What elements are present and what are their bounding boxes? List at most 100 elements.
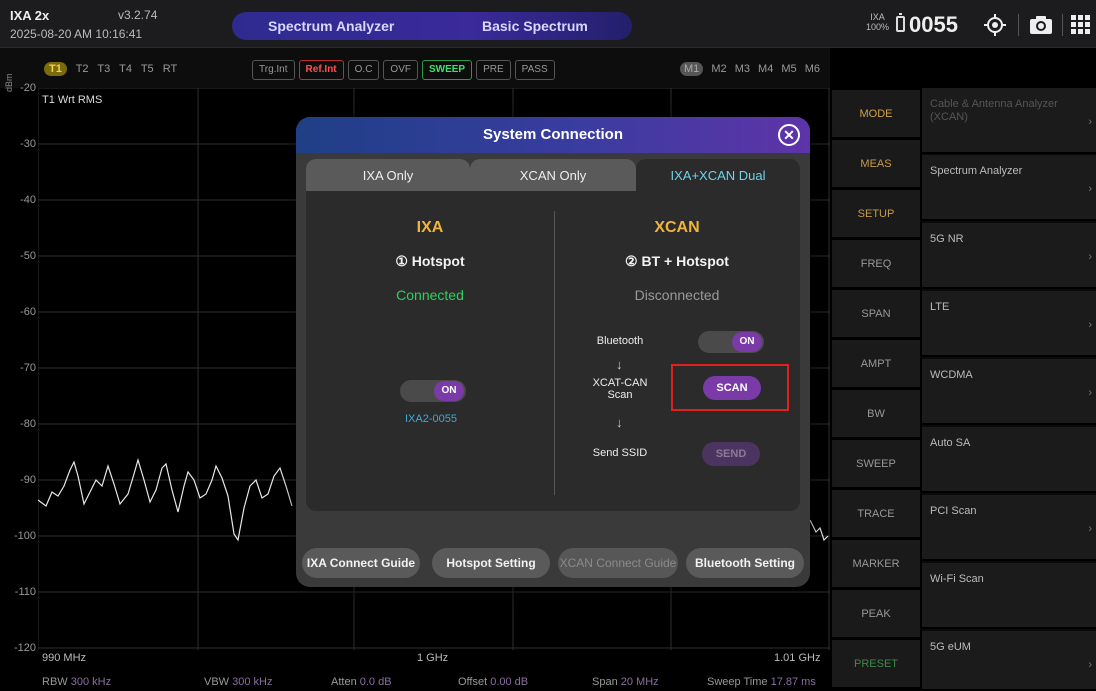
menu-item-label: WCDMA [930, 369, 973, 381]
y-axis-tick: -40 [20, 194, 36, 206]
status-flag: PASS [514, 60, 555, 80]
app-version: v3.2.74 [118, 8, 158, 22]
measurement-footer: RBW 300 kHz VBW 300 kHz Atten 0.0 dB Off… [0, 674, 830, 691]
marker-tab[interactable]: M6 [805, 63, 820, 75]
scan-button[interactable]: SCAN [703, 376, 761, 400]
mode-menu: Cable & Antenna Analyzer (XCAN) › Spectru… [922, 88, 1096, 691]
trace-tab[interactable]: T3 [97, 63, 110, 75]
trace-tab[interactable]: T1 [44, 62, 67, 76]
tab-ixa-xcan-dual[interactable]: IXA+XCAN Dual [636, 159, 800, 191]
camera-icon[interactable] [1026, 10, 1056, 40]
tab-ixa-only[interactable]: IXA Only [306, 159, 470, 191]
sweep-time-readout[interactable]: Sweep Time 17.87 ms [707, 676, 816, 688]
marker-selector: M1 M2 M3 M4 M5 M6 [680, 62, 825, 76]
atten-label: Atten [331, 676, 357, 688]
span-readout[interactable]: Span 20 MHz [592, 676, 659, 688]
trace-tab[interactable]: RT [163, 63, 177, 75]
tab-xcan-only[interactable]: XCAN Only [470, 159, 636, 191]
trace-tab[interactable]: T2 [76, 63, 89, 75]
dialog-header: System Connection ✕ [296, 117, 810, 153]
trace-key[interactable]: TRACE [832, 490, 920, 538]
bw-key[interactable]: BW [832, 390, 920, 438]
ixa-battery-status: IXA 100% [866, 12, 889, 32]
status-flag: OVF [383, 60, 418, 80]
marker-tab[interactable]: M3 [735, 63, 750, 75]
vbw-value: 300 kHz [232, 676, 273, 688]
offset-label: Offset [458, 676, 488, 688]
trace-tab[interactable]: T5 [141, 63, 154, 75]
vbw-label: VBW [204, 676, 230, 688]
span-key[interactable]: SPAN [832, 290, 920, 338]
app-root: IXA 2x v3.2.74 2025-08-20 AM 10:16:41 Sp… [0, 0, 1096, 691]
toolbar-divider [1018, 14, 1019, 36]
menu-item-xcan[interactable]: Cable & Antenna Analyzer (XCAN) › [922, 88, 1096, 154]
mode-key[interactable]: MODE [832, 90, 920, 138]
menu-item-label: Wi-Fi Scan [930, 573, 984, 585]
status-flag: PRE [476, 60, 511, 80]
y-axis-tick: -30 [20, 138, 36, 150]
menu-item-label: Spectrum Analyzer [930, 165, 1023, 177]
y-axis-tick: -110 [14, 586, 36, 598]
menu-item-auto-sa[interactable]: Auto SA [922, 427, 1096, 493]
y-axis-tick: -120 [13, 642, 36, 654]
bluetooth-label: Bluetooth [596, 335, 644, 347]
spectrum-trace [37, 457, 293, 542]
ampt-key[interactable]: AMPT [832, 340, 920, 388]
menu-item-wifi-scan[interactable]: Wi-Fi Scan [922, 563, 1096, 629]
scan-label: XCAT-CAN Scan [592, 377, 648, 401]
menu-item-wcdma[interactable]: WCDMA › [922, 359, 1096, 425]
menu-item-5g-eum[interactable]: 5G eUM › [922, 631, 1096, 691]
offset-value: 0.00 dB [490, 676, 529, 688]
gps-target-icon[interactable] [980, 10, 1010, 40]
rbw-readout[interactable]: RBW 300 kHz [42, 676, 111, 688]
arrow-down-icon: ↓ [616, 357, 623, 372]
menu-item-pci-scan[interactable]: PCI Scan › [922, 495, 1096, 561]
menu-item-lte[interactable]: LTE › [922, 291, 1096, 357]
trace-tab[interactable]: T4 [119, 63, 132, 75]
preset-key[interactable]: PRESET [832, 640, 920, 688]
menu-item-spectrum-analyzer[interactable]: Spectrum Analyzer › [922, 155, 1096, 221]
send-button[interactable]: SEND [702, 442, 760, 466]
atten-readout[interactable]: Atten 0.0 dB [331, 676, 392, 688]
setup-key[interactable]: SETUP [832, 190, 920, 238]
ixa-connect-guide-button[interactable]: IXA Connect Guide [302, 548, 420, 578]
xcan-connect-guide-button[interactable]: XCAN Connect Guide [558, 548, 678, 578]
y-axis-tick: -100 [13, 530, 36, 542]
app-grid-icon[interactable] [1066, 10, 1096, 40]
freq-key[interactable]: FREQ [832, 240, 920, 288]
send-ssid-label: Send SSID [592, 447, 648, 459]
menu-item-label: LTE [930, 301, 950, 313]
marker-key[interactable]: MARKER [832, 540, 920, 588]
freq-stop: 1.01 GHz [774, 652, 821, 664]
peak-key[interactable]: PEAK [832, 590, 920, 638]
ixa-status: Connected [396, 287, 464, 303]
span-value: 20 MHz [620, 676, 659, 688]
device-counter: 0055 [909, 12, 958, 37]
status-flag: O.C [347, 60, 380, 80]
chevron-right-icon: › [1088, 183, 1092, 195]
ixa-mini-percent: 100% [866, 22, 890, 32]
status-flag: Trg.Int [252, 60, 295, 80]
vbw-readout[interactable]: VBW 300 kHz [204, 676, 272, 688]
rbw-label: RBW [42, 676, 68, 688]
offset-readout[interactable]: Offset 0.00 dB [458, 676, 528, 688]
chevron-right-icon: › [1088, 659, 1092, 671]
submode-label: Basic Spectrum [482, 18, 588, 34]
bluetooth-setting-button[interactable]: Bluetooth Setting [686, 548, 804, 578]
status-bar: T1 T2 T3 T4 T5 RT Trg.Int Ref.Int O.C OV… [0, 48, 830, 88]
marker-tab[interactable]: M1 [680, 62, 704, 76]
dual-connection-panel: IXA ① Hotspot Connected ON IXA2-0055 XCA… [306, 191, 800, 511]
ixa-device-id: IXA2-0055 [405, 413, 457, 425]
sweep-key[interactable]: SWEEP [832, 440, 920, 488]
meas-key[interactable]: MEAS [832, 140, 920, 188]
menu-item-5g-nr[interactable]: 5G NR › [922, 223, 1096, 289]
sweep-time-value: 17.87 ms [770, 676, 816, 688]
hotspot-setting-button[interactable]: Hotspot Setting [432, 548, 550, 578]
marker-tab[interactable]: M5 [781, 63, 796, 75]
mode-selector[interactable]: Spectrum Analyzer Basic Spectrum [232, 12, 632, 40]
marker-tab[interactable]: M4 [758, 63, 773, 75]
bluetooth-toggle[interactable]: ON [698, 331, 764, 353]
close-icon[interactable]: ✕ [778, 124, 800, 146]
marker-tab[interactable]: M2 [711, 63, 726, 75]
hotspot-toggle[interactable]: ON [400, 380, 466, 402]
